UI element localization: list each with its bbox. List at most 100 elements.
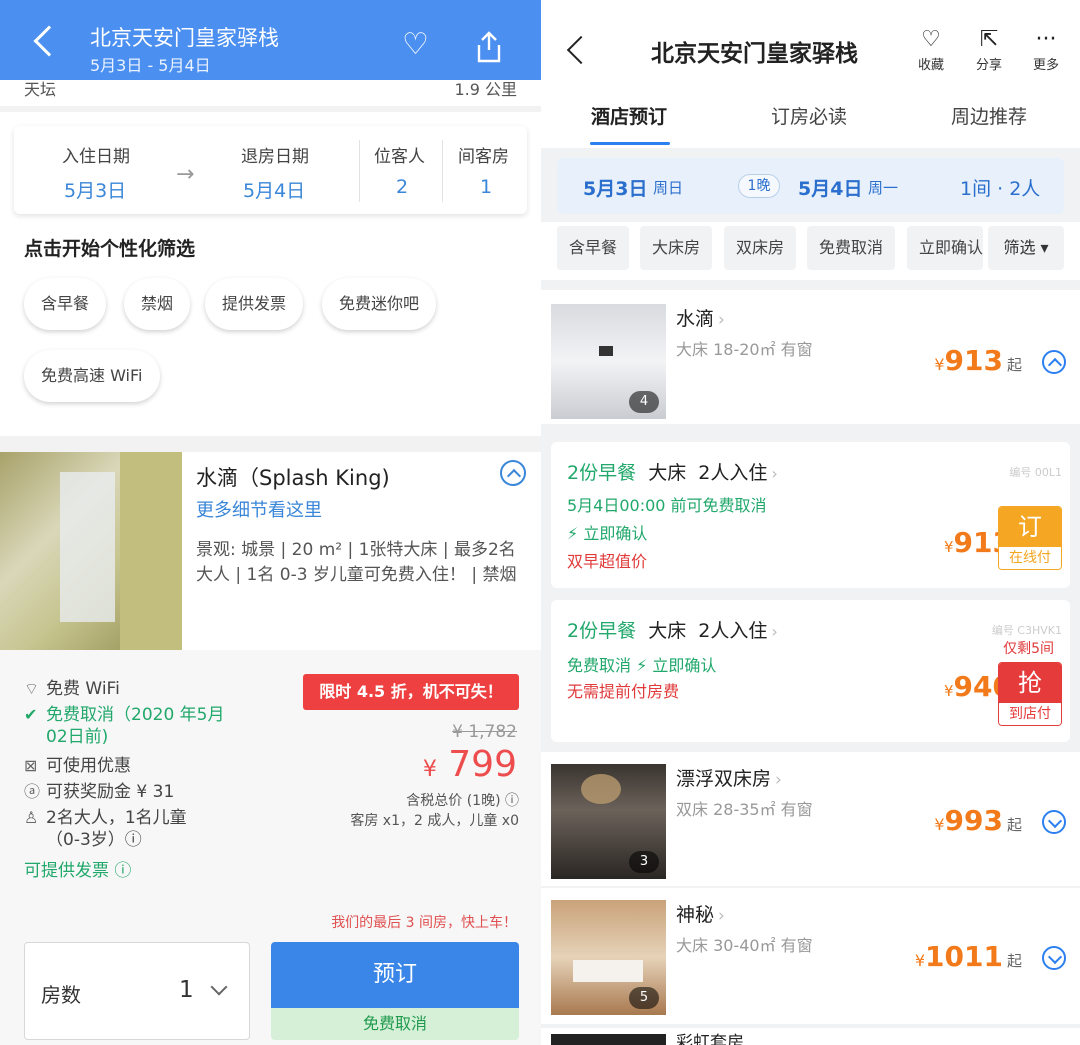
free-cancel-badge: 免费取消 [271, 1008, 519, 1040]
stay-dates: 5月3日 - 5月4日 [90, 56, 211, 75]
room-name[interactable]: 水滴 › [676, 304, 725, 331]
share-icon[interactable] [474, 30, 504, 64]
collapse-icon[interactable] [1042, 350, 1066, 374]
room-quantity-select[interactable]: 房数 1 [24, 942, 250, 1040]
photo-count: 4 [629, 391, 659, 413]
collapse-icon[interactable] [500, 460, 526, 486]
rate-instant-confirm: ⚡ 立即确认 [567, 524, 648, 543]
chip-king-bed[interactable]: 大床房 [640, 226, 713, 270]
room-spec: 大床 18-20㎡ 有窗 [676, 340, 813, 359]
scarcity-notice: 我们的最后 3 间房，快上车！ [331, 915, 517, 931]
price-note-occupancy: 客房 x1，2 成人，儿童 x0 [350, 813, 519, 829]
favorite-label: 收藏 [917, 58, 944, 73]
room-photo-window [60, 472, 115, 622]
book-online-button[interactable]: 订 在线付 [998, 506, 1062, 570]
room-row-partial[interactable]: 彩虹套房 [541, 1028, 1080, 1045]
back-icon[interactable] [33, 25, 65, 57]
landmark-name: 天坛 [24, 80, 57, 99]
hotel-title: 北京天安门皇家驿栈 [90, 26, 279, 50]
room-thumbnail-lamp [581, 774, 621, 804]
tab-booking-notes[interactable]: 订房必读 [771, 102, 847, 129]
quick-filter-bar: 含早餐 大床房 双床房 免费取消 立即确认 筛选 ▾ [541, 222, 1080, 280]
checkin-date[interactable]: 5月3日 [583, 174, 647, 201]
chip-twin-bed[interactable]: 双床房 [724, 226, 797, 270]
room-name[interactable]: 漂浮双床房 › [676, 764, 782, 791]
checkout-value[interactable]: 5月4日 [243, 176, 305, 203]
guests-label: 位客人 [374, 147, 425, 167]
date-bar[interactable]: 5月3日 周日 1晚 5月4日 周一 1间 · 2人 [557, 158, 1064, 214]
date-card[interactable]: 入住日期 5月3日 → 退房日期 5月4日 位客人 2 间客房 1 [14, 126, 527, 214]
room-price: ¥1011 起 [914, 940, 1022, 973]
filter-pill-invoice[interactable]: 提供发票 [205, 278, 304, 330]
room-photo[interactable] [0, 452, 182, 650]
back-icon[interactable] [566, 35, 596, 65]
filter-title: 点击开始个性化筛选 [24, 238, 196, 260]
feature-wifi: ⌔ 免费 WiFi [24, 679, 120, 699]
checkin-label: 入住日期 [62, 147, 130, 167]
favorite-action[interactable]: ♡ 收藏 [911, 26, 951, 73]
nights-badge: 1晚 [738, 174, 780, 198]
rate-title: 2份早餐 大床 2人入住 › [567, 462, 778, 484]
room-row[interactable]: 3 漂浮双床房 › 双床 28-35㎡ 有窗 ¥993 起 [541, 752, 1080, 886]
checkout-date[interactable]: 5月4日 [798, 174, 862, 201]
rooms-remaining: 仅剩5间 [1003, 641, 1054, 657]
room-description: 景观: 城景 | 20 m² | 1张特大床 | 最多2名大人 | 1名 0-3… [196, 540, 517, 585]
room-card[interactable]: 水滴（Splash King) 更多细节看这里 景观: 城景 | 20 m² |… [0, 452, 541, 650]
left-header: 北京天安门皇家驿栈 5月3日 - 5月4日 ♡ [0, 0, 541, 80]
landmark-distance: 1.9 公里 [454, 80, 517, 99]
book-button[interactable]: 预订 [271, 942, 519, 1008]
right-header: 北京天安门皇家驿栈 ♡ 收藏 ⇱ 分享 ··· 更多 酒店预订 订房必读 周边推… [541, 0, 1080, 148]
price-note-total[interactable]: 含税总价 (1晚) ⓘ [406, 790, 519, 810]
rooms-value[interactable]: 1 [480, 176, 492, 198]
room-thumbnail[interactable]: 4 [551, 304, 666, 419]
more-action[interactable]: ··· 更多 [1026, 26, 1066, 73]
room-row[interactable]: 5 神秘 › 大床 30-40㎡ 有窗 ¥1011 起 [541, 888, 1080, 1024]
feature-free-cancel-date: 02日前) [46, 727, 109, 747]
filter-pill-minibar[interactable]: 免费迷你吧 [322, 278, 437, 330]
filter-button[interactable]: 筛选 ▾ [988, 226, 1064, 270]
feature-coupon: ⊠ 可使用优惠 [24, 756, 131, 776]
room-thumbnail[interactable]: 3 [551, 764, 666, 879]
room-rate-detail: ⌔ 免费 WiFi ✔ 免费取消（2020 年5月 02日前) ⊠ 可使用优惠 ⓐ 可获… [0, 650, 541, 1045]
chip-free-cancel[interactable]: 免费取消 [807, 226, 896, 270]
room-thumbnail[interactable] [551, 1034, 666, 1045]
room-name: 水滴（Splash King) [196, 466, 390, 490]
share-action[interactable]: ⇱ 分享 [969, 26, 1009, 73]
checkout-weekday: 周一 [868, 179, 899, 197]
book-pay-at-hotel-button[interactable]: 抢 到店付 [998, 662, 1062, 726]
rate-code: 编号 C3HVK1 [991, 624, 1062, 637]
more-icon: ··· [1035, 27, 1057, 52]
photo-count: 5 [629, 987, 659, 1009]
feature-child-age[interactable]: （0-3岁）ⓘ [24, 825, 142, 850]
rate-title: 2份早餐 大床 2人入住 › [567, 620, 778, 642]
filter-section: 点击开始个性化筛选 含早餐 禁烟 提供发票 免费迷你吧 免费高速 WiFi [0, 220, 541, 436]
promo-banner: 限时 4.5 折，机不可失！ [303, 674, 519, 710]
chevron-down-icon [210, 978, 228, 996]
guests-value[interactable]: 2 [396, 176, 408, 198]
share-label: 分享 [975, 58, 1002, 73]
room-name[interactable]: 彩虹套房 [676, 1032, 744, 1045]
rate-payment-note: 无需提前付房费 [567, 682, 680, 701]
room-name[interactable]: 神秘 › [676, 900, 725, 927]
rate-plan[interactable]: 2份早餐 大床 2人入住 › 免费取消 ⚡ 立即确认 无需提前付房费 编号 C3H… [551, 600, 1070, 742]
favorite-icon[interactable]: ♡ [402, 30, 429, 60]
rooms-guests-summary[interactable]: 1间 · 2人 [960, 174, 1040, 201]
tab-booking[interactable]: 酒店预订 [591, 102, 667, 129]
chip-instant-confirm[interactable]: 立即确认 [907, 226, 983, 270]
checkin-value[interactable]: 5月3日 [64, 176, 126, 203]
expand-icon[interactable] [1042, 810, 1066, 834]
divider [442, 140, 443, 202]
room-details-link[interactable]: 更多细节看这里 [196, 496, 322, 522]
chip-breakfast[interactable]: 含早餐 [557, 226, 630, 270]
rate-plan[interactable]: 2份早餐 大床 2人入住 › 5月4日00:00 前可免费取消 ⚡ 立即确认 双早… [551, 442, 1070, 588]
tab-nearby[interactable]: 周边推荐 [951, 102, 1027, 129]
room-row[interactable]: 4 水滴 › 大床 18-20㎡ 有窗 ¥913 起 [541, 290, 1080, 424]
filter-pill-wifi[interactable]: 免费高速 WiFi [24, 350, 160, 402]
room-thumbnail[interactable]: 5 [551, 900, 666, 1015]
favorite-icon: ♡ [921, 27, 941, 52]
expand-icon[interactable] [1042, 946, 1066, 970]
filter-pill-breakfast[interactable]: 含早餐 [24, 278, 107, 330]
filter-pill-nonsmoking[interactable]: 禁烟 [124, 278, 191, 330]
invoice-info[interactable]: 可提供发票 ⓘ [24, 856, 131, 881]
room-price: ¥913 起 [934, 344, 1022, 377]
